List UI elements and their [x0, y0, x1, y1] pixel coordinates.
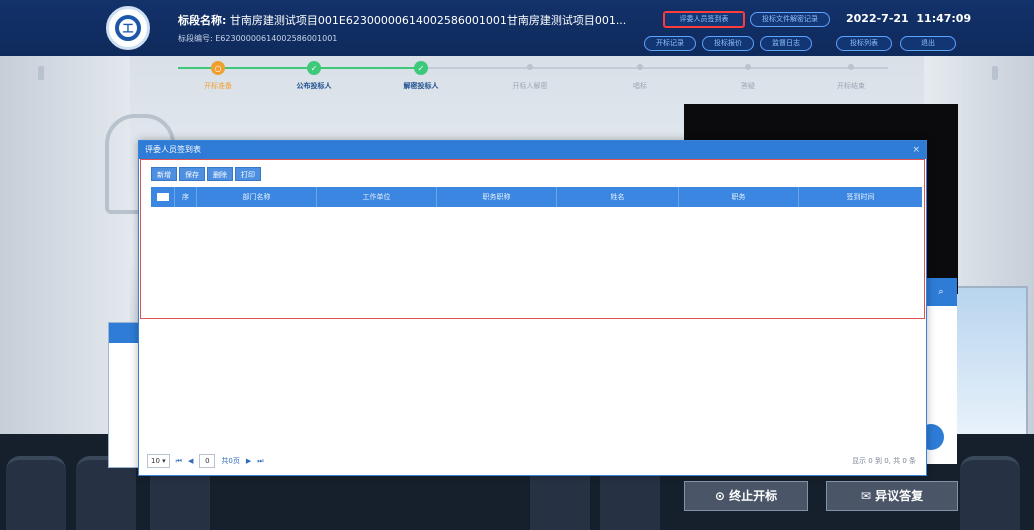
objection-reply-button[interactable]: ✉ 异议答复	[826, 481, 958, 511]
project-code: 标段编号: E62300000614002586001001	[178, 33, 337, 44]
step-pending-dot	[745, 64, 751, 70]
page-number-input[interactable]: 0	[199, 454, 216, 468]
select-all-checkbox[interactable]	[157, 193, 169, 201]
stop-opening-label: 终止开标	[729, 489, 778, 503]
delete-button[interactable]: 删除	[207, 167, 233, 181]
last-page-icon[interactable]: ⏭	[257, 457, 263, 466]
close-icon[interactable]: ×	[912, 141, 920, 159]
next-page-icon[interactable]: ▶	[246, 457, 251, 465]
top-header: 工 标段名称: 甘南房建测试项目001E62300000614002586001…	[0, 0, 1034, 56]
emblem-icon: 工	[106, 6, 150, 50]
bid-list-button[interactable]: 投标列表	[836, 36, 892, 51]
column-header[interactable]: 工作单位	[317, 187, 437, 207]
bid-price-button[interactable]: 投标报价	[702, 36, 754, 51]
column-header[interactable]: 序	[175, 187, 197, 207]
search-icon: ⌕	[925, 278, 957, 306]
step-pending-dot	[527, 64, 533, 70]
project-name-value: 甘南房建测试项目001E62300000614002586001001甘南房建测…	[229, 14, 627, 27]
first-page-icon[interactable]: ⏮	[176, 457, 182, 466]
pagination-bar: 10 ▾ ⏮ ◀ 0 共0页 ▶ ⏭	[147, 453, 264, 469]
stop-circle-icon: ⊙	[714, 489, 725, 503]
progress-todo-line	[428, 67, 888, 69]
step-label: 开标结束	[837, 82, 865, 90]
seat	[6, 456, 66, 530]
supervision-log-button[interactable]: 监督日志	[760, 36, 812, 51]
background-panel-left	[108, 322, 140, 468]
page-size-select[interactable]: 10 ▾	[147, 454, 170, 468]
column-header[interactable]: 职务职称	[437, 187, 557, 207]
step-label: 开标人解密	[512, 82, 548, 90]
save-button[interactable]: 保存	[179, 167, 205, 181]
bid-decrypt-record-button[interactable]: 投标文件解密记录	[750, 12, 830, 27]
judge-signin-button[interactable]: 评委人员签到表	[664, 12, 744, 27]
column-header[interactable]: 签到时间	[799, 187, 922, 207]
step-done-icon[interactable]: ✓	[414, 61, 428, 75]
dialog-toolbar: 新增 保存 删除 打印	[151, 167, 261, 181]
table-header: 序 部门名称 工作单位 职务职称 姓名 职务 签到时间	[151, 187, 922, 207]
step-pending-dot	[637, 64, 643, 70]
column-header[interactable]: 部门名称	[197, 187, 317, 207]
page-total-text: 共0页	[221, 457, 240, 465]
column-header[interactable]: 姓名	[557, 187, 679, 207]
step-label: 公布投标人	[296, 82, 332, 90]
datetime: 2022-7-21 11:47:09	[846, 12, 971, 25]
dialog-title-bar: 评委人员签到表 ×	[139, 141, 926, 159]
step-current-icon[interactable]: ○	[211, 61, 225, 75]
project-code-value: E62300000614002586001001	[215, 34, 338, 43]
chat-bubble-icon: ✉	[860, 489, 871, 503]
step-label: 答疑	[741, 82, 755, 90]
prev-page-icon[interactable]: ◀	[188, 457, 193, 465]
right-panel-handle[interactable]	[992, 66, 998, 80]
pagination-info: 显示 0 到 0, 共 0 条	[852, 457, 916, 465]
step-label: 解密投标人	[403, 82, 439, 90]
select-all-checkbox-cell	[151, 187, 175, 207]
step-done-icon[interactable]: ✓	[307, 61, 321, 75]
print-button[interactable]: 打印	[235, 167, 261, 181]
exit-button[interactable]: 退出	[900, 36, 956, 51]
dialog-title: 评委人员签到表	[145, 145, 201, 154]
judge-signin-dialog: 评委人员签到表 × 新增 保存 删除 打印 序 部门名称 工作单位 职务职称 姓…	[138, 140, 927, 476]
page-size-value: 10	[151, 457, 160, 465]
step-pending-dot	[848, 64, 854, 70]
add-button[interactable]: 新增	[151, 167, 177, 181]
time-text: 11:47:09	[916, 12, 972, 25]
left-panel-handle[interactable]	[38, 66, 44, 80]
column-header[interactable]: 职务	[679, 187, 799, 207]
objection-reply-label: 异议答复	[875, 489, 924, 503]
step-label: 唱标	[633, 82, 647, 90]
project-code-label: 标段编号:	[178, 34, 213, 43]
seat	[960, 456, 1020, 530]
stop-opening-button[interactable]: ⊙ 终止开标	[684, 481, 808, 511]
project-name: 标段名称: 甘南房建测试项目001E6230000061400258600100…	[178, 14, 627, 27]
highlight-frame	[140, 159, 925, 319]
step-label: 开标准备	[204, 82, 232, 90]
date-text: 2022-7-21	[846, 12, 909, 25]
open-record-button[interactable]: 开标记录	[644, 36, 696, 51]
